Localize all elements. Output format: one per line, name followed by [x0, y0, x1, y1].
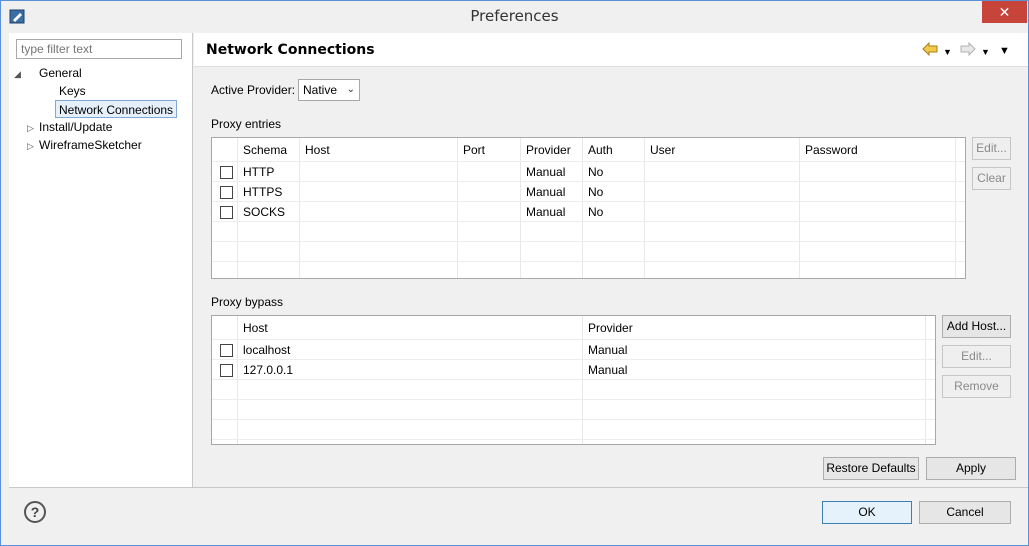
checkbox[interactable]	[220, 186, 233, 199]
table-cell-auth: No	[588, 165, 604, 179]
table-cell-provider: Manual	[526, 205, 566, 219]
filter-input[interactable]	[16, 39, 182, 59]
column-header-password[interactable]: Password	[805, 140, 858, 160]
add-host-button[interactable]: Add Host...	[942, 315, 1011, 338]
active-provider-label: Active Provider:	[211, 83, 296, 97]
ok-button[interactable]: OK	[822, 501, 912, 524]
table-cell-auth: No	[588, 205, 604, 219]
table-cell-provider: Manual	[526, 185, 566, 199]
table-cell-provider: Manual	[526, 165, 566, 179]
apply-button[interactable]: Apply	[926, 457, 1016, 480]
table-cell-schema: HTTP	[243, 165, 275, 179]
table-cell-provider: Manual	[588, 343, 628, 357]
cancel-button[interactable]: Cancel	[919, 501, 1011, 524]
tree-item-wireframesketcher[interactable]: WireframeSketcher	[39, 136, 142, 154]
active-provider-value: Native	[303, 83, 338, 97]
proxy-entries-label: Proxy entries	[211, 117, 282, 131]
chevron-down-icon[interactable]: ▼	[943, 45, 952, 59]
tree-item-network-connections[interactable]: Network Connections	[55, 100, 178, 118]
tree-item-keys[interactable]: Keys	[59, 82, 86, 100]
proxy-bypass-table[interactable]: Host Provider localhost Manual 127.0.0.1…	[211, 315, 936, 445]
table-cell-provider: Manual	[588, 363, 628, 377]
column-header-provider[interactable]: Provider	[526, 140, 571, 160]
table-cell-auth: No	[588, 185, 604, 199]
title-bar[interactable]: Preferences ✕	[1, 1, 1028, 32]
help-icon[interactable]: ?	[24, 501, 46, 523]
column-header-provider[interactable]: Provider	[588, 318, 633, 338]
column-header-host[interactable]: Host	[243, 318, 268, 338]
column-header-user[interactable]: User	[650, 140, 675, 160]
column-header-schema[interactable]: Schema	[243, 140, 287, 160]
preferences-window: Preferences ✕ ◢ General Keys Network Con…	[0, 0, 1029, 546]
divider	[9, 487, 1028, 488]
edit-host-button[interactable]: Edit...	[942, 345, 1011, 368]
preference-page: Network Connections ▼ ▼ ▼ Active Provide…	[194, 33, 1028, 487]
table-cell-schema: HTTPS	[243, 185, 283, 199]
chevron-down-icon[interactable]: ▼	[981, 45, 990, 59]
column-header-auth[interactable]: Auth	[588, 140, 613, 160]
tree-item-general[interactable]: General	[39, 64, 82, 82]
restore-defaults-button[interactable]: Restore Defaults	[823, 457, 919, 480]
checkbox[interactable]	[220, 166, 233, 179]
page-header: Network Connections ▼ ▼ ▼	[194, 33, 1028, 67]
chevron-down-icon: ⌄	[346, 84, 355, 95]
window-title: Preferences	[470, 7, 559, 25]
checkbox[interactable]	[220, 206, 233, 219]
proxy-bypass-label: Proxy bypass	[211, 295, 284, 309]
active-provider-select[interactable]: Native ⌄	[298, 79, 360, 101]
table-cell-schema: SOCKS	[243, 205, 286, 219]
page-title: Network Connections	[206, 42, 375, 58]
collapse-icon[interactable]: ◢	[14, 69, 24, 79]
close-button[interactable]: ✕	[982, 1, 1027, 23]
back-arrow-icon[interactable]	[922, 42, 938, 56]
table-cell-host: 127.0.0.1	[243, 363, 294, 377]
column-header-host[interactable]: Host	[305, 140, 330, 160]
checkbox[interactable]	[220, 344, 233, 357]
forward-arrow-icon[interactable]	[960, 42, 976, 56]
expand-icon[interactable]: ▷	[27, 141, 37, 151]
edit-proxy-entry-button[interactable]: Edit...	[972, 137, 1011, 160]
view-menu-icon[interactable]: ▼	[999, 44, 1010, 58]
checkbox[interactable]	[220, 364, 233, 377]
proxy-entries-table[interactable]: Schema Host Port Provider Auth User Pass…	[211, 137, 966, 279]
preferences-tree-pane: ◢ General Keys Network Connections ▷ Ins…	[9, 33, 193, 487]
table-cell-host: localhost	[243, 343, 291, 357]
column-header-port[interactable]: Port	[463, 140, 485, 160]
clear-proxy-entry-button[interactable]: Clear	[972, 167, 1011, 190]
tree-item-install-update[interactable]: Install/Update	[39, 118, 112, 136]
expand-icon[interactable]: ▷	[27, 123, 37, 133]
remove-host-button[interactable]: Remove	[942, 375, 1011, 398]
